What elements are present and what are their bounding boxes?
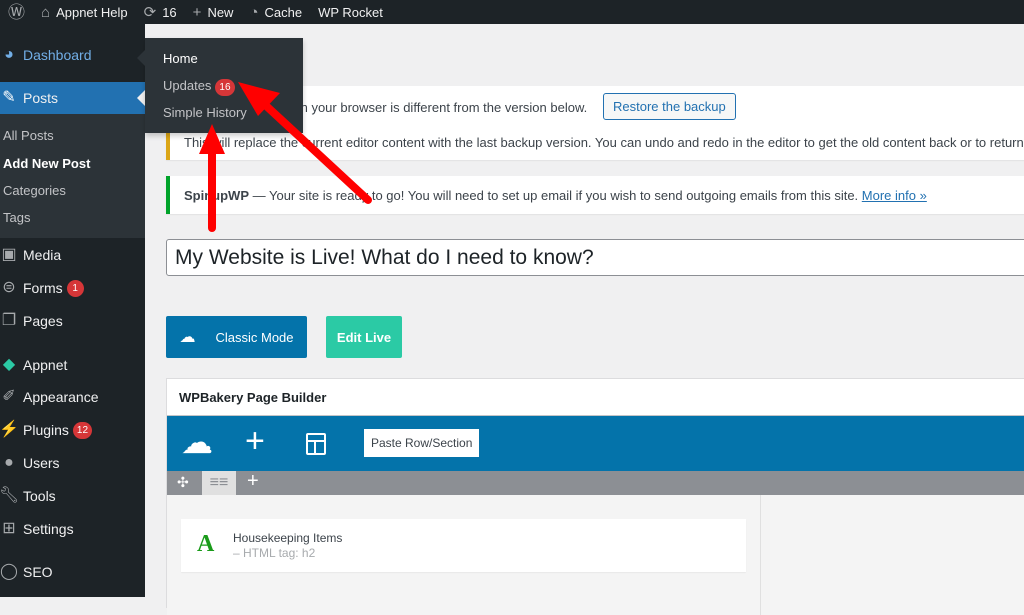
arrow-to-updates [238,82,372,204]
arrow-to-simple-history [199,124,225,232]
annotation-arrows [199,82,372,232]
